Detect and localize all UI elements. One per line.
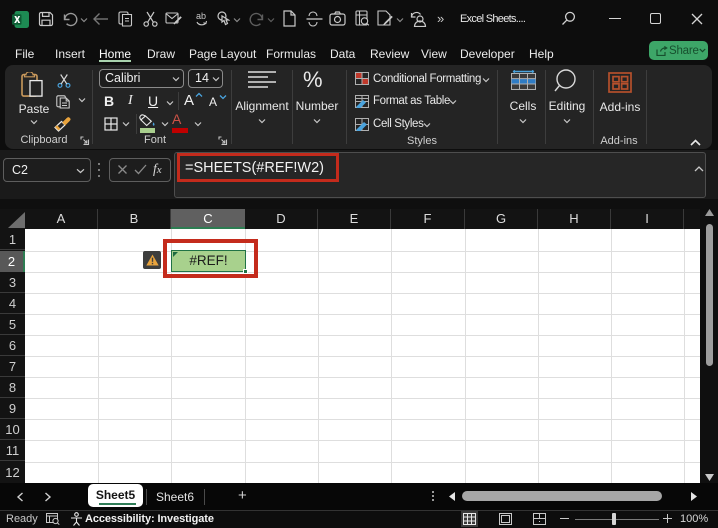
svg-text:ab: ab (196, 11, 206, 21)
